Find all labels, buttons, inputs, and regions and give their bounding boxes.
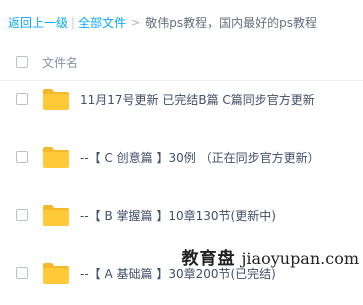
watermark-text: 教育盘 [181, 249, 236, 269]
file-name[interactable]: 11月17号更新 已完结B篇 C篇同步官方更新 [80, 91, 315, 108]
row-checkbox[interactable] [16, 267, 28, 279]
breadcrumb-separator: | [71, 15, 76, 29]
folder-icon [43, 89, 69, 110]
breadcrumb: 返回上一级 | 全部文件 > 敬伟ps教程，国内最好的ps教程 [8, 13, 317, 31]
row-checkbox[interactable] [16, 93, 28, 105]
back-link[interactable]: 返回上一级 [8, 14, 68, 31]
folder-icon [43, 205, 69, 226]
folder-icon [43, 147, 69, 168]
folder-icon [43, 263, 69, 284]
select-all-checkbox[interactable] [16, 56, 28, 68]
file-name[interactable]: --【 B 掌握篇 】10章130节(更新中) [80, 207, 276, 224]
file-row[interactable]: --【 C 创意篇 】30例 （正在同步官方更新） [0, 131, 363, 189]
file-name[interactable]: --【 C 创意篇 】30例 （正在同步官方更新） [80, 149, 320, 166]
file-row[interactable]: --【 B 掌握篇 】10章130节(更新中) [0, 189, 363, 247]
file-row[interactable]: 11月17号更新 已完结B篇 C篇同步官方更新 [0, 73, 363, 131]
watermark: 教育盘 jiaoyupan.com [181, 244, 359, 269]
breadcrumb-current-folder: 敬伟ps教程，国内最好的ps教程 [145, 15, 318, 30]
filename-column-header[interactable]: 文件名 [42, 54, 78, 71]
watermark-url: jiaoyupan.com [241, 249, 359, 268]
all-files-link[interactable]: 全部文件 [78, 14, 126, 31]
breadcrumb-arrow: > [131, 15, 141, 29]
row-checkbox[interactable] [16, 209, 28, 221]
row-checkbox[interactable] [16, 151, 28, 163]
